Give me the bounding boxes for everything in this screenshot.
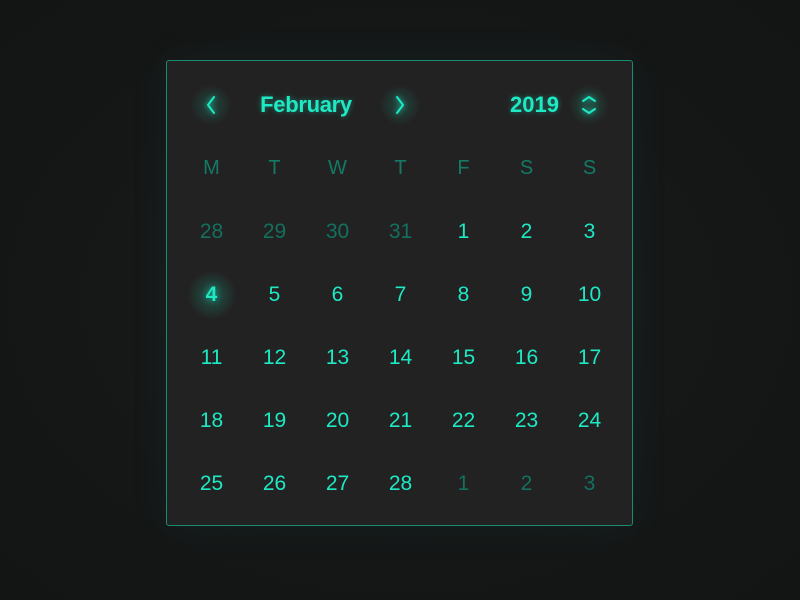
day-cell[interactable]: 10 xyxy=(558,263,621,326)
day-cell-outside-month[interactable]: 3 xyxy=(558,452,621,515)
day-cell[interactable]: 19 xyxy=(243,389,306,452)
day-number: 9 xyxy=(520,282,533,306)
calendar-widget: February 2019 M T W T F S S 28 29 30 31 1 2 3 4… xyxy=(166,60,633,526)
day-number: 1 xyxy=(457,219,470,243)
day-number: 20 xyxy=(325,408,350,432)
day-cell[interactable]: 24 xyxy=(558,389,621,452)
day-cell-outside-month[interactable]: 1 xyxy=(432,452,495,515)
day-number: 2 xyxy=(520,219,533,243)
day-number: 29 xyxy=(262,219,287,243)
day-cell[interactable]: 27 xyxy=(306,452,369,515)
day-cell[interactable]: 7 xyxy=(369,263,432,326)
day-cell-outside-month[interactable]: 2 xyxy=(495,452,558,515)
day-number: 18 xyxy=(199,408,224,432)
day-cell[interactable]: 1 xyxy=(432,200,495,263)
chevron-up-down-icon xyxy=(582,96,596,114)
day-cell[interactable]: 12 xyxy=(243,326,306,389)
day-number: 21 xyxy=(388,408,413,432)
day-number: 6 xyxy=(331,282,344,306)
day-number: 5 xyxy=(268,282,281,306)
chevron-right-icon xyxy=(396,96,404,114)
day-cell[interactable]: 11 xyxy=(180,326,243,389)
day-number: 8 xyxy=(457,282,470,306)
year-toggle-button[interactable] xyxy=(569,85,609,125)
day-cell[interactable]: 8 xyxy=(432,263,495,326)
day-cell-today[interactable]: 4 xyxy=(180,263,243,326)
day-number: 4 xyxy=(205,282,218,306)
day-cell[interactable]: 16 xyxy=(495,326,558,389)
day-number: 1 xyxy=(457,471,470,495)
weekday-wednesday: W xyxy=(328,157,347,179)
day-number: 28 xyxy=(199,219,224,243)
day-number: 3 xyxy=(583,471,596,495)
day-number: 10 xyxy=(577,282,602,306)
day-cell[interactable]: 13 xyxy=(306,326,369,389)
day-cell[interactable]: 28 xyxy=(369,452,432,515)
day-cell-outside-month[interactable]: 31 xyxy=(369,200,432,263)
day-cell-outside-month[interactable]: 28 xyxy=(180,200,243,263)
day-number: 30 xyxy=(325,219,350,243)
day-cell[interactable]: 25 xyxy=(180,452,243,515)
day-cell-outside-month[interactable]: 30 xyxy=(306,200,369,263)
day-cell[interactable]: 5 xyxy=(243,263,306,326)
day-number: 12 xyxy=(262,345,287,369)
day-cell[interactable]: 21 xyxy=(369,389,432,452)
day-cell[interactable]: 22 xyxy=(432,389,495,452)
day-cell[interactable]: 15 xyxy=(432,326,495,389)
day-cell[interactable]: 14 xyxy=(369,326,432,389)
day-cell[interactable]: 2 xyxy=(495,200,558,263)
weekday-saturday: S xyxy=(519,157,534,179)
day-cell[interactable]: 18 xyxy=(180,389,243,452)
day-cell-outside-month[interactable]: 29 xyxy=(243,200,306,263)
day-number: 19 xyxy=(262,408,287,432)
day-number: 28 xyxy=(388,471,413,495)
day-number: 31 xyxy=(388,219,413,243)
calendar-grid: M T W T F S S 28 29 30 31 1 2 3 4 5 6 7 8 9 10 11 12 13 1… xyxy=(180,137,621,515)
weekday-sunday: S xyxy=(582,157,597,179)
day-cell[interactable]: 20 xyxy=(306,389,369,452)
day-cell[interactable]: 3 xyxy=(558,200,621,263)
day-number: 26 xyxy=(262,471,287,495)
day-number: 27 xyxy=(325,471,350,495)
day-number: 7 xyxy=(394,282,407,306)
day-cell[interactable]: 17 xyxy=(558,326,621,389)
day-number: 24 xyxy=(577,408,602,432)
month-label[interactable]: February xyxy=(231,89,381,121)
day-number: 3 xyxy=(583,219,596,243)
day-number: 11 xyxy=(200,345,223,369)
day-number: 25 xyxy=(199,471,224,495)
day-cell[interactable]: 23 xyxy=(495,389,558,452)
day-number: 17 xyxy=(577,345,602,369)
day-number: 2 xyxy=(520,471,533,495)
day-number: 13 xyxy=(325,345,350,369)
day-number: 15 xyxy=(451,345,476,369)
chevron-left-icon xyxy=(207,96,215,114)
day-cell[interactable]: 6 xyxy=(306,263,369,326)
day-number: 16 xyxy=(514,345,539,369)
weekday-tuesday: T xyxy=(268,157,281,179)
weekday-thursday: T xyxy=(394,157,407,179)
next-month-button[interactable] xyxy=(380,85,420,125)
year-label[interactable]: 2019 xyxy=(487,89,559,121)
weekday-monday: M xyxy=(203,157,220,179)
day-number: 23 xyxy=(514,408,539,432)
day-number: 22 xyxy=(451,408,476,432)
day-cell[interactable]: 9 xyxy=(495,263,558,326)
day-cell[interactable]: 26 xyxy=(243,452,306,515)
weekday-friday: F xyxy=(457,157,470,179)
day-number: 14 xyxy=(388,345,413,369)
previous-month-button[interactable] xyxy=(191,85,231,125)
